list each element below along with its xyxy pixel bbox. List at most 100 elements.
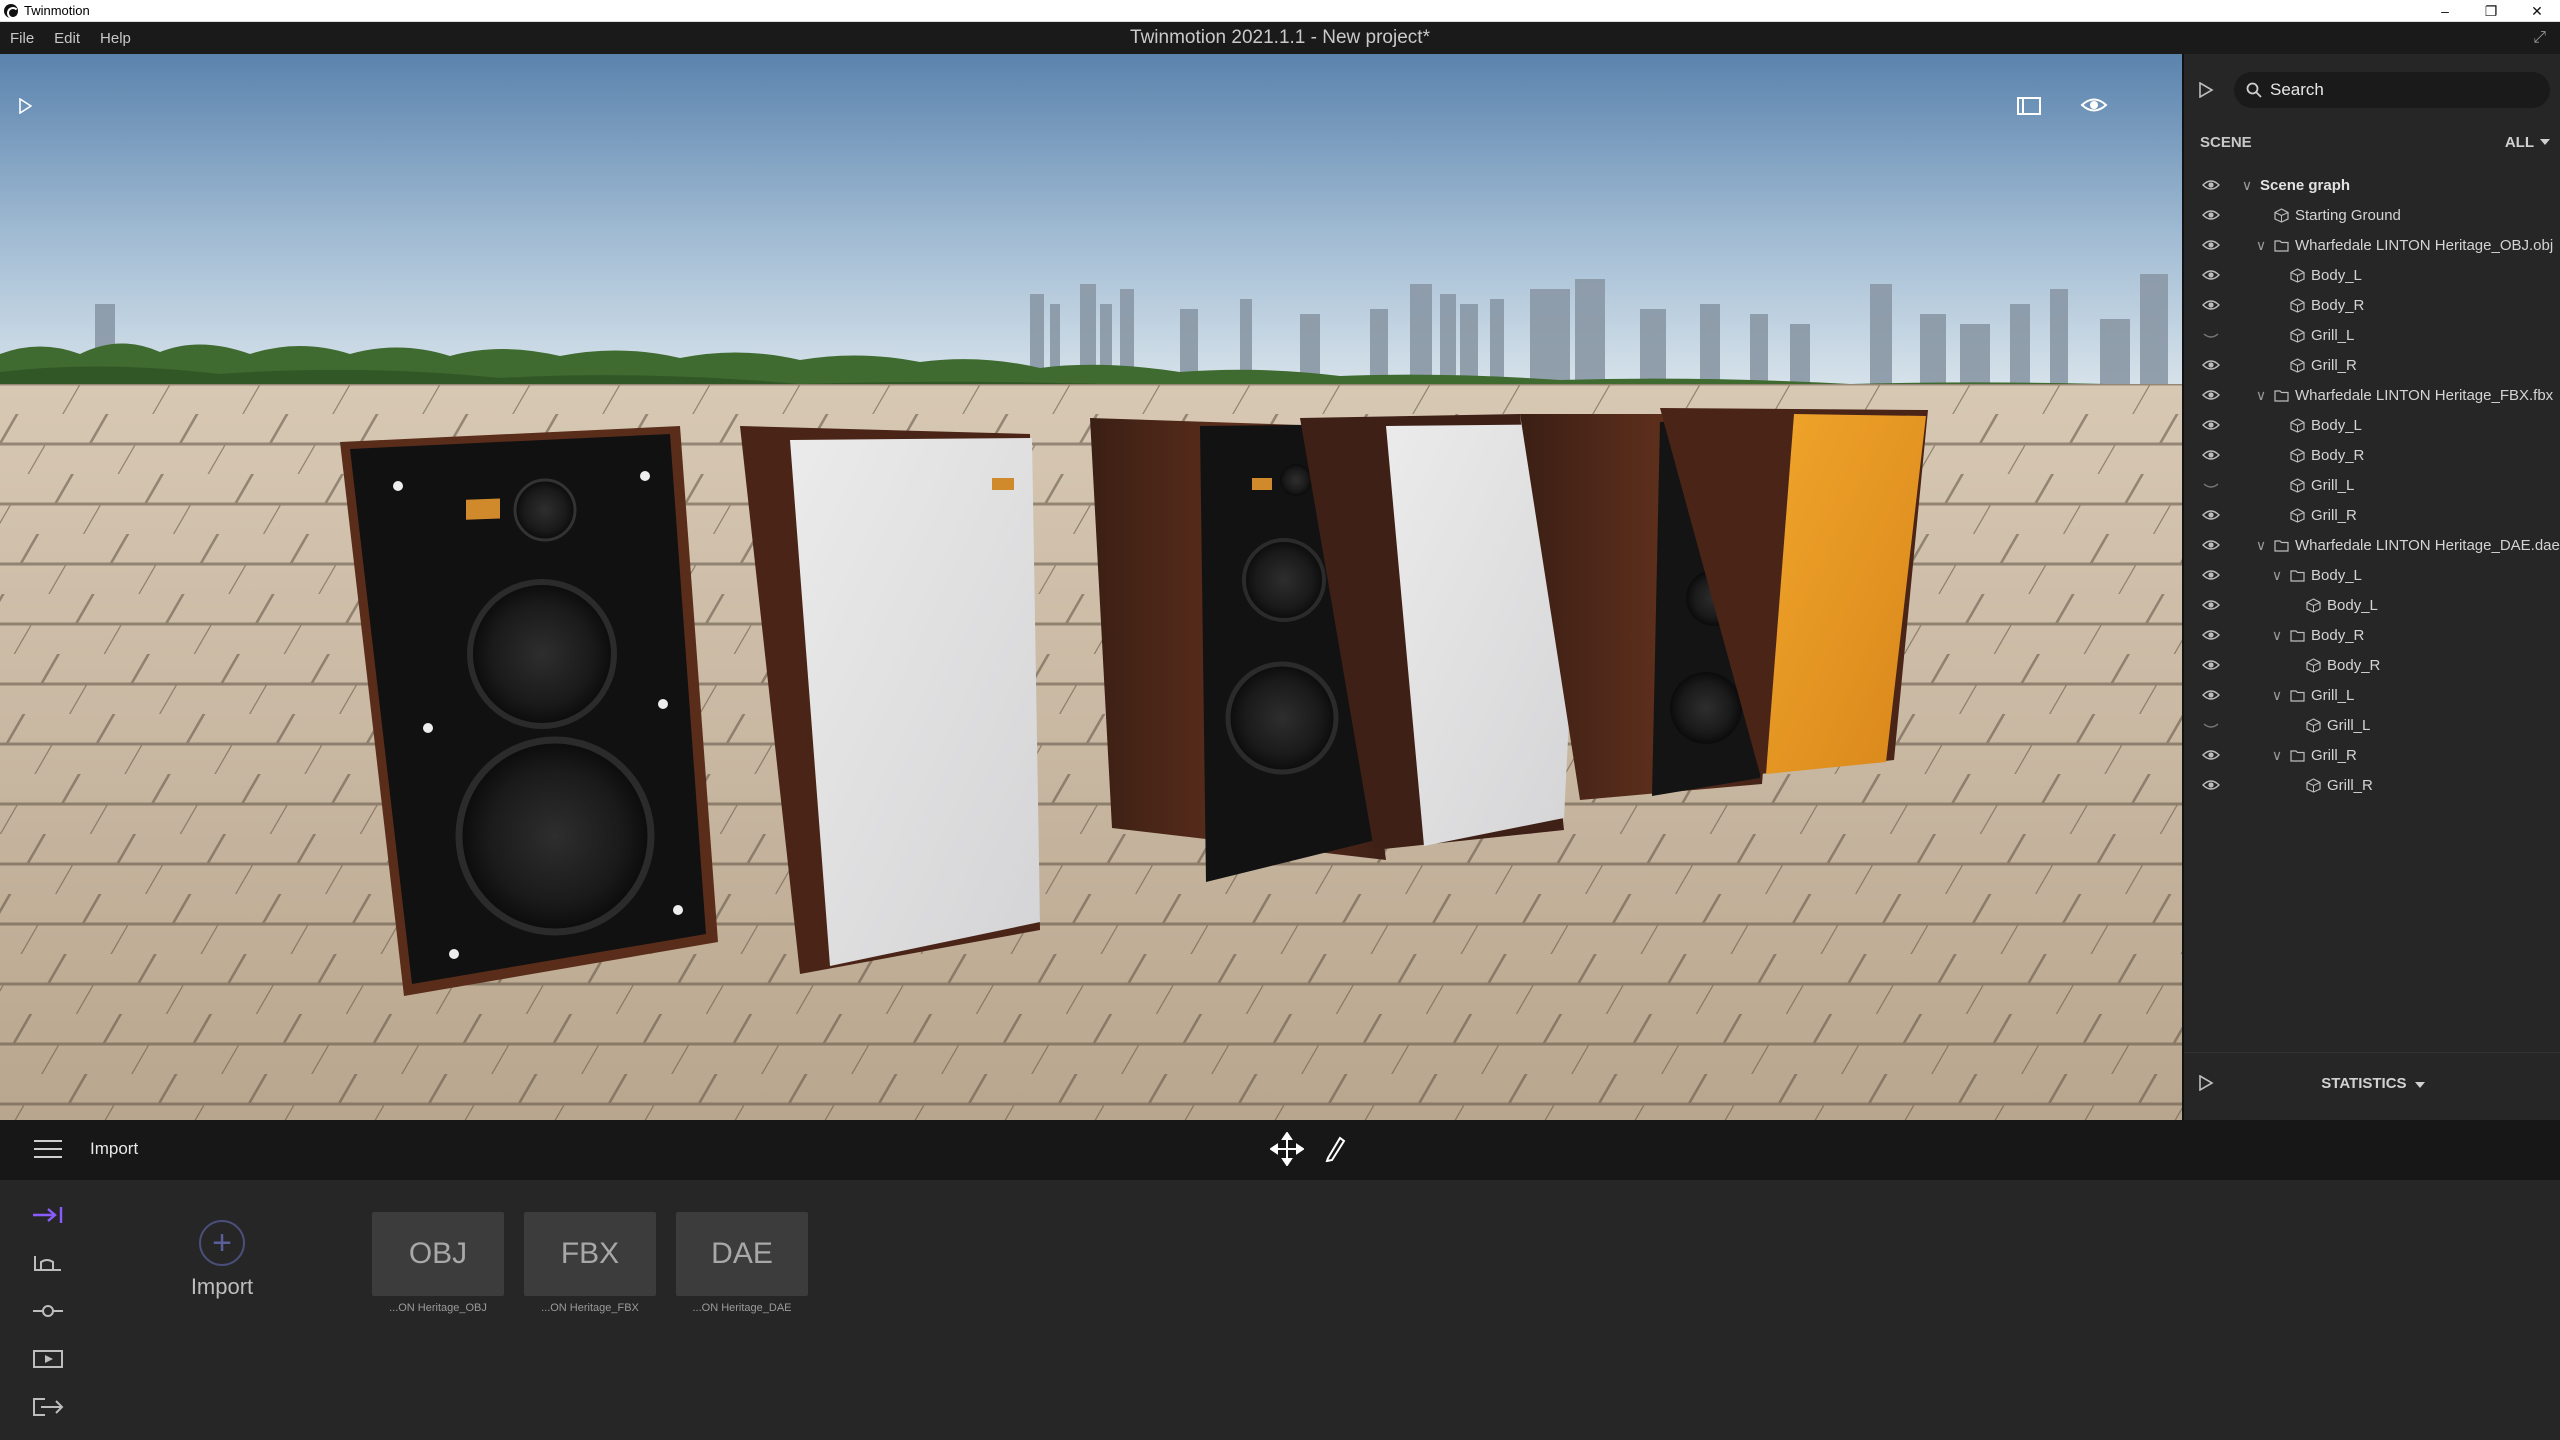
chevron-down-icon[interactable]: ∨ [2270, 627, 2284, 644]
tree-row-content: Body_L [2270, 410, 2362, 440]
eye-icon[interactable] [2202, 298, 2220, 312]
fullscreen-expand-icon[interactable]: ⤢ [2533, 29, 2546, 47]
menu-edit[interactable]: Edit [44, 30, 90, 47]
eye-icon[interactable] [2202, 598, 2220, 612]
asset-card-fbx[interactable]: FBX ...ON Heritage_FBX [524, 1212, 656, 1314]
eye-icon[interactable] [2202, 358, 2220, 372]
tree-row-content: ∨ Wharfedale LINTON Heritage_DAE.dae [2254, 530, 2560, 560]
search-box[interactable] [2234, 72, 2550, 108]
menu-file[interactable]: File [0, 30, 44, 47]
scene-tree-row[interactable]: Body_R [2184, 650, 2560, 680]
viewport-layout-button[interactable] [2016, 96, 2042, 118]
eye-icon[interactable] [2202, 448, 2220, 462]
scene-tree-row[interactable]: ∨ Wharfedale LINTON Heritage_FBX.fbx [2184, 380, 2560, 410]
eye-icon[interactable] [2202, 508, 2220, 522]
media-icon [33, 1350, 63, 1368]
search-input[interactable] [2270, 80, 2530, 100]
tab-media[interactable] [30, 1346, 66, 1372]
eye-icon[interactable] [2202, 628, 2220, 642]
menu-help[interactable]: Help [90, 30, 141, 47]
move-tool-icon[interactable] [1270, 1132, 1304, 1166]
scene-tree-row[interactable]: Body_L [2184, 590, 2560, 620]
minimize-button[interactable]: – [2422, 0, 2468, 22]
asset-card-dae[interactable]: DAE ...ON Heritage_DAE [676, 1212, 808, 1314]
tree-row-content: ∨ Wharfedale LINTON Heritage_FBX.fbx [2254, 380, 2553, 410]
pen-tool-icon[interactable] [1320, 1134, 1348, 1162]
eye-icon[interactable] [2202, 658, 2220, 672]
statistics-dropdown[interactable]: STATISTICS [2184, 1075, 2560, 1092]
left-panel-expand-button[interactable] [18, 98, 38, 118]
visibility-toggle-button[interactable] [2080, 96, 2110, 118]
chevron-down-icon[interactable]: ∨ [2270, 567, 2284, 584]
mesh-object-icon [2290, 357, 2305, 373]
eye-icon[interactable] [2202, 538, 2220, 552]
eye-icon[interactable] [2202, 778, 2220, 792]
scene-tree-row[interactable]: ∨ Grill_L [2184, 680, 2560, 710]
tree-row-label: Grill_R [2311, 506, 2357, 524]
tab-import[interactable] [30, 1202, 66, 1228]
tree-row-label: Body_R [2311, 446, 2365, 464]
mesh-object-icon [2306, 597, 2321, 613]
chevron-down-icon[interactable]: ∨ [2270, 687, 2284, 704]
eye-icon[interactable] [2202, 178, 2220, 192]
scene-tree-row[interactable]: ∨ Grill_R [2184, 740, 2560, 770]
tree-row-label: Body_L [2327, 596, 2378, 614]
hamburger-menu-icon[interactable] [34, 1140, 62, 1160]
scene-tree-row[interactable]: ∨ Wharfedale LINTON Heritage_OBJ.obj [2184, 230, 2560, 260]
asset-card-obj[interactable]: OBJ ...ON Heritage_OBJ [372, 1212, 504, 1314]
scene-tree-row[interactable]: Body_L [2184, 260, 2560, 290]
eye-icon[interactable] [2202, 238, 2220, 252]
eye-icon[interactable] [2202, 208, 2220, 222]
statistics-label: STATISTICS [2321, 1075, 2407, 1092]
scene-label: SCENE [2200, 133, 2252, 151]
tab-configure[interactable] [30, 1298, 66, 1324]
scene-tree-row[interactable]: Grill_L [2184, 710, 2560, 740]
eye-closed-icon[interactable] [2202, 478, 2220, 492]
chevron-down-icon[interactable]: ∨ [2254, 387, 2268, 404]
chevron-down-icon[interactable]: ∨ [2270, 747, 2284, 764]
eye-icon[interactable] [2202, 388, 2220, 402]
eye-closed-icon[interactable] [2202, 328, 2220, 342]
restore-button[interactable]: ❐ [2468, 0, 2514, 22]
tree-row-label: Grill_L [2311, 326, 2355, 344]
eye-icon[interactable] [2202, 268, 2220, 282]
scene-tree-row[interactable]: Body_R [2184, 440, 2560, 470]
eye-icon[interactable] [2202, 688, 2220, 702]
scene-tree-row[interactable]: ∨ Scene graph [2184, 170, 2560, 200]
chevron-down-icon[interactable]: ∨ [2254, 237, 2268, 254]
scene-tree-row[interactable]: Starting Ground [2184, 200, 2560, 230]
eye-icon[interactable] [2202, 748, 2220, 762]
tab-context[interactable] [30, 1250, 66, 1276]
scene-tree-row[interactable]: Body_R [2184, 290, 2560, 320]
3d-viewport[interactable] [0, 54, 2182, 1120]
tree-row-content: ∨ Grill_R [2270, 740, 2357, 770]
scene-tree-row[interactable]: Grill_R [2184, 770, 2560, 800]
tree-row-content: ∨ Body_R [2270, 620, 2365, 650]
import-icon [33, 1207, 63, 1223]
tree-row-label: Wharfedale LINTON Heritage_FBX.fbx [2295, 386, 2554, 404]
scene-tree-row[interactable]: ∨ Body_R [2184, 620, 2560, 650]
panel-collapse-icon[interactable] [2198, 82, 2214, 98]
scene-tree-row[interactable]: Grill_L [2184, 320, 2560, 350]
tab-export[interactable] [30, 1394, 66, 1420]
scene-tree-row[interactable]: Grill_L [2184, 470, 2560, 500]
eye-icon[interactable] [2202, 418, 2220, 432]
scene-tree-row[interactable]: Grill_R [2184, 500, 2560, 530]
scene-graph-tree: ∨ Scene graph Starting Ground ∨ Wharfedale L… [2184, 170, 2560, 800]
scene-filter-dropdown[interactable]: ALL [2505, 134, 2550, 151]
scene-tree-row[interactable]: ∨ Wharfedale LINTON Heritage_DAE.dae [2184, 530, 2560, 560]
chevron-down-icon[interactable]: ∨ [2240, 177, 2254, 194]
close-window-button[interactable]: ✕ [2514, 0, 2560, 22]
scene-tree-row[interactable]: Body_L [2184, 410, 2560, 440]
chevron-down-icon[interactable]: ∨ [2254, 537, 2268, 554]
export-icon [33, 1398, 64, 1416]
scene-tree-row[interactable]: ∨ Body_L [2184, 560, 2560, 590]
scene-tree-row[interactable]: Grill_R [2184, 350, 2560, 380]
eye-icon[interactable] [2202, 568, 2220, 582]
import-add-button[interactable]: + Import [178, 1220, 266, 1310]
eye-closed-icon[interactable] [2202, 718, 2220, 732]
tree-row-label: Scene graph [2260, 176, 2351, 194]
tree-row-label: Grill_R [2327, 776, 2373, 794]
scene-header: SCENE ALL [2200, 130, 2550, 154]
speaker-obj-body[interactable] [340, 426, 718, 996]
